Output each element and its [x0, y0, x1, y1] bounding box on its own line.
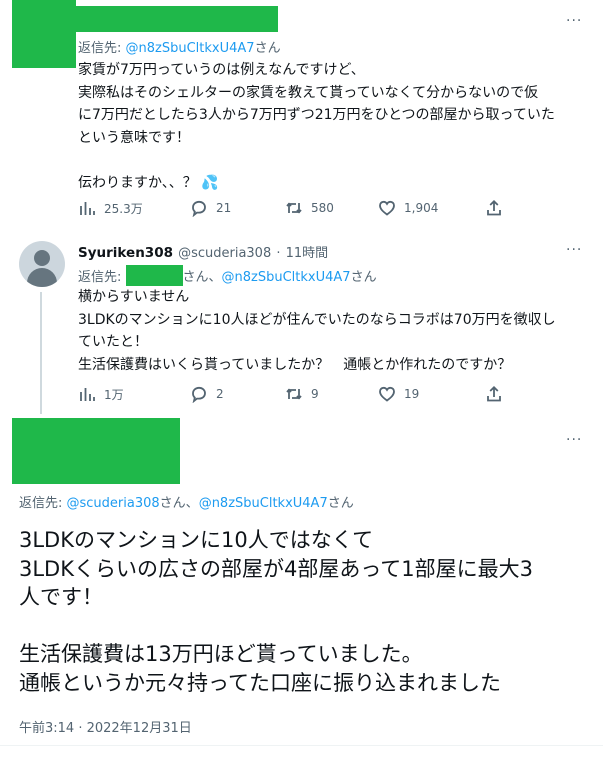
- reply-context: 返信先: @n8zSbuCltkxU4A7さん: [78, 37, 281, 56]
- heart-icon: [379, 200, 395, 216]
- retweet-icon: [286, 202, 302, 214]
- display-name[interactable]: Syuriken308: [78, 245, 173, 261]
- more-options-icon[interactable]: ···: [566, 243, 582, 257]
- retweet-button[interactable]: 9: [285, 385, 319, 403]
- mention-link[interactable]: @n8zSbuCltkxU4A7: [126, 41, 255, 56]
- tweet-text: 3LDKのマンションに10人ではなくて 3LDKくらいの広さの部屋が4部屋あって…: [19, 528, 534, 695]
- reply-button[interactable]: 2: [190, 385, 224, 403]
- reply-prefix: 返信先:: [78, 270, 126, 285]
- reply-suffix: さん: [254, 41, 281, 56]
- user-handle[interactable]: @scuderia308: [178, 246, 271, 261]
- thread-connector-line: [40, 292, 42, 414]
- retweet-count: 9: [311, 387, 319, 401]
- reply-suffix: さん、: [182, 270, 222, 285]
- heart-icon: [379, 386, 395, 402]
- like-button[interactable]: 19: [378, 385, 419, 403]
- divider: [0, 745, 603, 746]
- like-count: 19: [404, 387, 420, 401]
- tweet-text-content: 家賃が7万円っていうのは例えなんですけど、 実際私はそのシェルターの家賃を教えて…: [78, 62, 555, 191]
- retweet-button[interactable]: 580: [285, 199, 334, 217]
- bar-chart-icon: [80, 388, 95, 401]
- reply-prefix: 返信先:: [19, 496, 67, 511]
- speech-bubble-icon: [192, 200, 206, 217]
- views-button[interactable]: 25.3万: [78, 199, 143, 217]
- reply-suffix: さん: [327, 496, 354, 511]
- reply-prefix: 返信先:: [78, 41, 126, 56]
- retweet-icon: [286, 388, 302, 400]
- mention-link[interactable]: @scuderia308: [67, 496, 160, 511]
- share-icon: [487, 200, 501, 216]
- views-count: 25.3万: [104, 201, 143, 216]
- reply-mid: さん、: [159, 496, 199, 511]
- tweet-header: Syuriken308 @scuderia308 · 11時間: [78, 242, 328, 261]
- share-button[interactable]: [485, 385, 503, 403]
- redacted-username-block: [76, 6, 278, 32]
- reply-context: 返信先: @scuderia308さん、@n8zSbuCltkxU4A7さん: [19, 492, 354, 511]
- tweet-timestamp[interactable]: 午前3:14 · 2022年12月31日: [19, 717, 192, 736]
- avatar-head-shape: [34, 250, 50, 266]
- more-options-icon[interactable]: ···: [566, 433, 582, 447]
- avatar[interactable]: [19, 241, 65, 287]
- redacted-avatar-block: [12, 0, 76, 68]
- separator-dot: ·: [276, 246, 281, 261]
- views-count: 1万: [104, 387, 124, 402]
- like-button[interactable]: 1,904: [378, 199, 438, 217]
- more-options-icon[interactable]: ···: [566, 14, 582, 28]
- like-count: 1,904: [404, 201, 439, 215]
- share-button[interactable]: [485, 199, 503, 217]
- bar-chart-icon: [80, 202, 95, 215]
- mention-link[interactable]: @n8zSbuCltkxU4A7: [199, 496, 328, 511]
- redacted-author-block: [12, 418, 180, 484]
- share-icon: [487, 386, 501, 402]
- avatar-body-shape: [27, 268, 57, 287]
- reply-count: 21: [216, 201, 232, 215]
- reply-count: 2: [216, 387, 224, 401]
- reply-suffix: さん: [350, 270, 377, 285]
- views-button[interactable]: 1万: [78, 385, 124, 403]
- reply-context: 返信先: さん、@n8zSbuCltkxU4A7さん: [78, 265, 377, 286]
- mention-link[interactable]: @n8zSbuCltkxU4A7: [222, 270, 351, 285]
- speech-bubble-icon: [192, 386, 206, 403]
- sweat-emoji: 💦: [201, 174, 219, 191]
- retweet-count: 580: [311, 201, 334, 215]
- tweet-text: 横からすいません 3LDKのマンションに10人ほどが住んでいたのならコラボは70…: [78, 289, 556, 373]
- redacted-mention-block: [125, 265, 183, 286]
- reply-button[interactable]: 21: [190, 199, 231, 217]
- tweet-text: 家賃が7万円っていうのは例えなんですけど、 実際私はそのシェルターの家賃を教えて…: [78, 59, 588, 194]
- tweet-time[interactable]: 11時間: [286, 246, 329, 261]
